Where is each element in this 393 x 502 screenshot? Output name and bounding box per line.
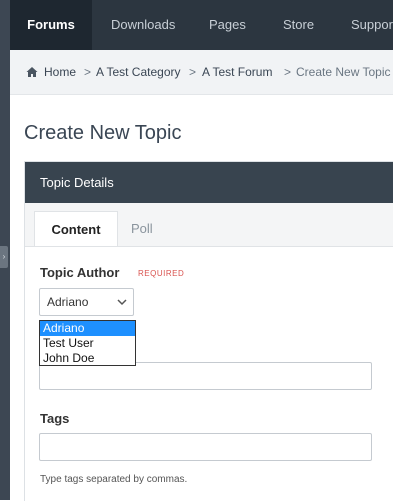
chevron-down-icon	[117, 299, 127, 306]
nav-item-downloads[interactable]: Downloads	[111, 0, 175, 50]
tab-content[interactable]: Content	[34, 211, 118, 247]
topic-author-label: Topic Author	[40, 265, 120, 280]
dropdown-option-test-user[interactable]: Test User	[40, 336, 135, 351]
breadcrumb-separator: >	[284, 65, 292, 79]
panel-title: Topic Details	[40, 175, 114, 190]
top-navigation: Forums Downloads Pages Store Support	[10, 0, 393, 50]
nav-item-store[interactable]: Store	[283, 0, 314, 50]
topic-author-dropdown: Adriano Test User John Doe	[39, 320, 136, 366]
tags-label: Tags	[40, 411, 70, 426]
required-badge: REQUIRED	[138, 269, 185, 278]
home-icon[interactable]	[26, 66, 38, 78]
breadcrumb-current: Create New Topic	[296, 65, 391, 79]
page-title: Create New Topic	[24, 122, 182, 144]
dropdown-option-adriano[interactable]: Adriano	[40, 321, 135, 336]
breadcrumb-separator: >	[84, 65, 92, 79]
breadcrumb: Home > A Test Category > A Test Forum > …	[10, 50, 393, 95]
sidebar-toggle-handle[interactable]: ›	[0, 246, 8, 268]
breadcrumb-separator: >	[189, 65, 197, 79]
breadcrumb-home[interactable]: Home	[44, 50, 76, 94]
nav-item-pages[interactable]: Pages	[209, 0, 246, 50]
tags-help-text: Type tags separated by commas.	[40, 474, 188, 485]
topic-author-value: Adriano	[47, 295, 89, 309]
nav-item-support[interactable]: Support	[351, 0, 393, 50]
main-content: Home > A Test Category > A Test Forum > …	[10, 50, 393, 502]
tab-poll[interactable]: Poll	[131, 211, 153, 246]
nav-item-forums[interactable]: Forums	[10, 0, 92, 50]
tags-input[interactable]	[39, 433, 372, 461]
dropdown-option-john-doe[interactable]: John Doe	[40, 351, 135, 366]
topic-author-select[interactable]: Adriano	[39, 288, 134, 316]
title-input[interactable]	[39, 362, 372, 390]
breadcrumb-forum[interactable]: A Test Forum	[202, 50, 272, 94]
breadcrumb-category[interactable]: A Test Category	[96, 50, 181, 94]
panel-header: Topic Details	[25, 162, 393, 203]
